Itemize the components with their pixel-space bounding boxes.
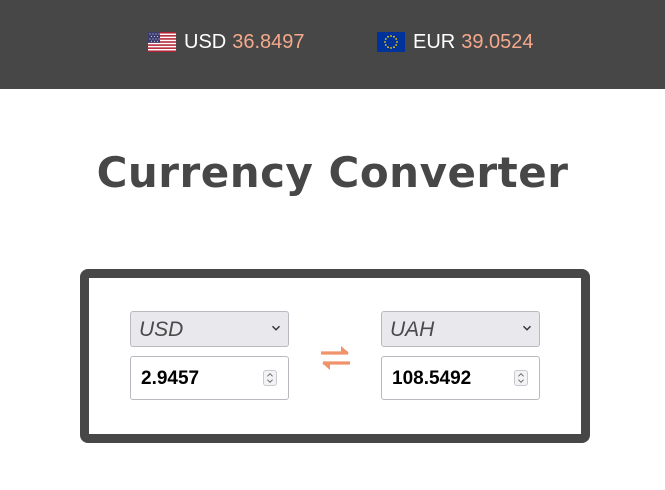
converter-card: USD 2.9457 UAH 108.5492 — [80, 269, 590, 443]
swap-arrows-icon[interactable] — [318, 343, 353, 373]
eur-code: EUR — [413, 30, 456, 53]
eu-flag-icon — [377, 32, 405, 52]
from-currency-select[interactable]: USD — [130, 311, 289, 347]
chevron-down-icon — [271, 325, 281, 331]
from-currency-value: USD — [139, 318, 184, 341]
from-column: USD 2.9457 — [130, 311, 289, 400]
from-amount-input[interactable]: 2.9457 — [130, 356, 289, 400]
to-amount-input[interactable]: 108.5492 — [381, 356, 540, 400]
number-spinner-icon[interactable] — [263, 370, 277, 386]
us-flag-icon — [148, 32, 176, 52]
to-amount-value: 108.5492 — [392, 368, 472, 389]
chevron-down-icon — [522, 325, 532, 331]
page-title: Currency Converter — [96, 148, 569, 197]
rates-bar: USD 36.8497 EUR 39.0524 — [0, 0, 665, 89]
usd-rate-value: 36.8497 — [232, 30, 305, 53]
from-amount-value: 2.9457 — [141, 368, 200, 389]
eur-rate: EUR 39.0524 — [377, 29, 534, 55]
usd-rate: USD 36.8497 — [148, 29, 305, 55]
usd-code: USD — [184, 30, 227, 53]
to-column: UAH 108.5492 — [381, 311, 540, 400]
eur-rate-value: 39.0524 — [461, 30, 534, 53]
to-currency-value: UAH — [390, 318, 435, 341]
to-currency-select[interactable]: UAH — [381, 311, 540, 347]
number-spinner-icon[interactable] — [514, 370, 528, 386]
